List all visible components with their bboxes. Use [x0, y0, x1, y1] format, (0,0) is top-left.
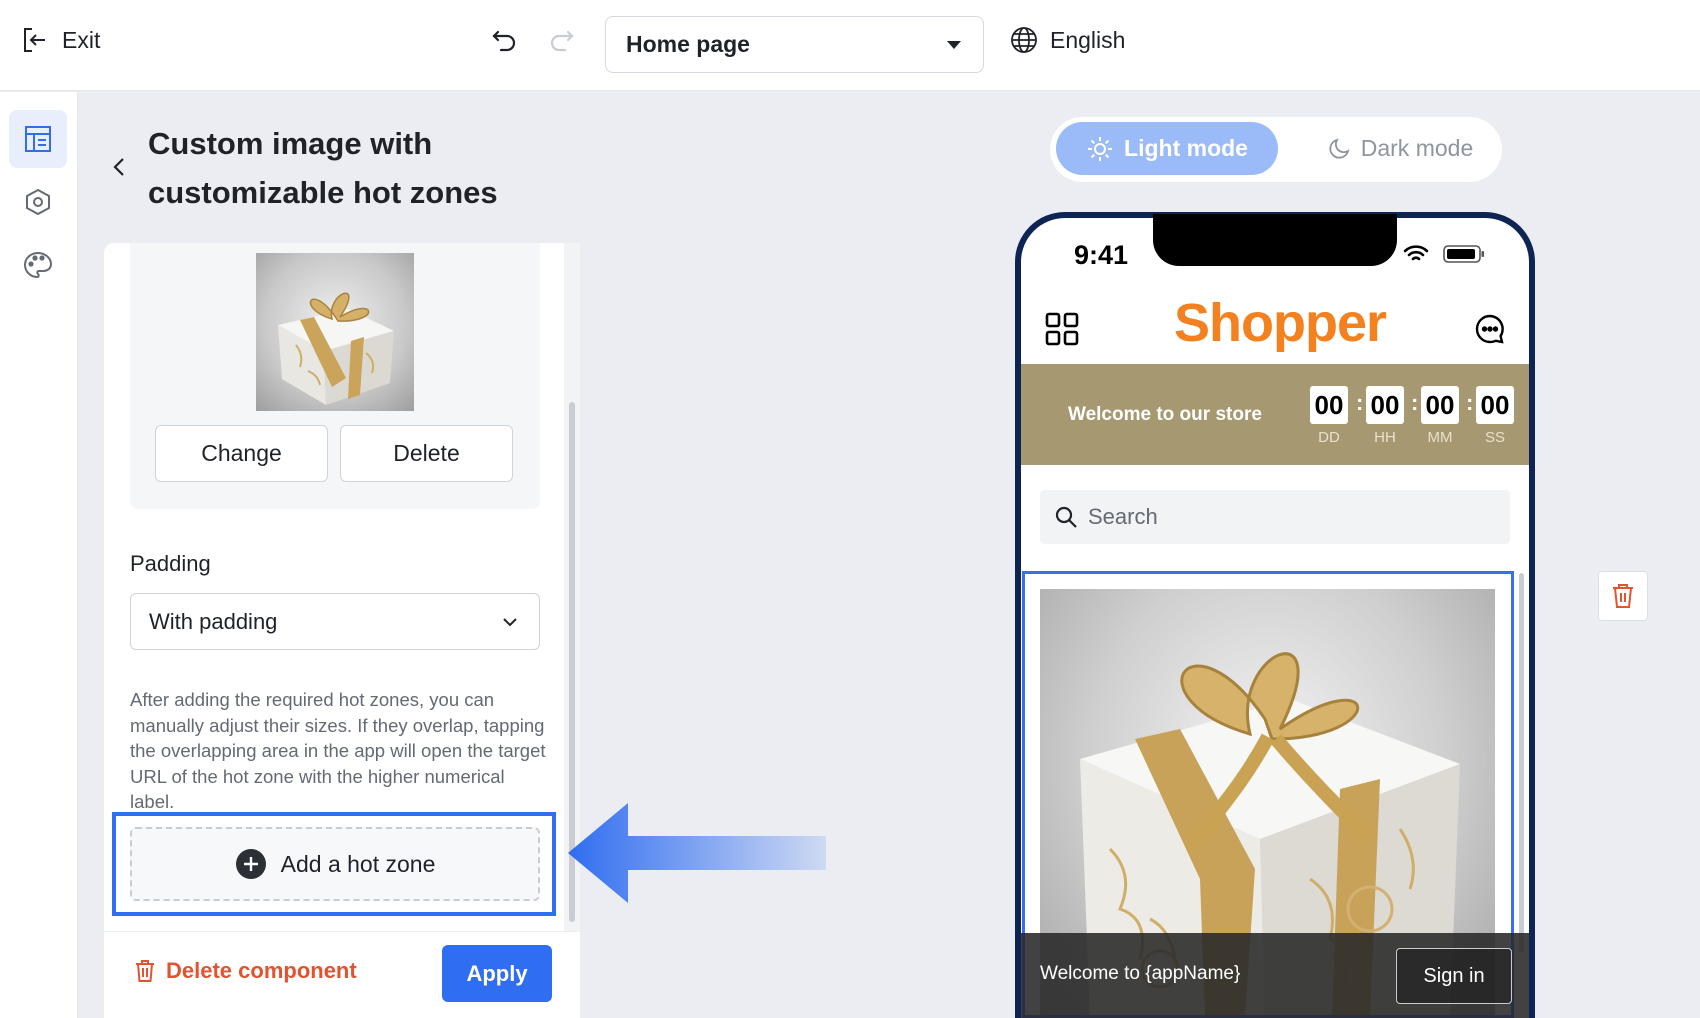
status-icons [1403, 244, 1485, 264]
trash-icon [1613, 584, 1633, 608]
undo-icon [492, 30, 516, 52]
panel-title-line1: Custom image with [148, 126, 433, 161]
redo-icon [550, 30, 574, 52]
language-selector[interactable]: English [1010, 26, 1125, 54]
padding-label: Padding [130, 551, 211, 576]
dark-mode-label: Dark mode [1360, 135, 1474, 161]
image-thumbnail [256, 253, 414, 411]
moon-icon [1329, 138, 1350, 159]
light-mode-label: Light mode [1124, 135, 1248, 161]
pointer-arrow-graphic [568, 803, 826, 903]
delete-image-button[interactable]: Delete [340, 425, 513, 482]
apply-button[interactable]: Apply [442, 945, 552, 1002]
language-label: English [1050, 26, 1126, 53]
welcome-app-text: Welcome to {appName} [1040, 963, 1241, 984]
menu-grid-button[interactable] [1044, 311, 1080, 352]
hot-zone-help-text: After adding the required hot zones, you… [130, 689, 546, 812]
search-input[interactable]: Search [1040, 490, 1510, 544]
panel-title-line2: customizable hot zones [148, 175, 498, 210]
globe-icon [1011, 27, 1037, 53]
grid-icon [1045, 312, 1079, 346]
padding-select[interactable]: With padding [130, 593, 540, 650]
countdown-separator: : [1411, 390, 1419, 415]
brand-logo: Shopper [1173, 293, 1387, 353]
padding-select-value: With padding [149, 608, 278, 634]
delete-component-label: Delete component [166, 958, 357, 983]
chat-button[interactable] [1474, 313, 1506, 350]
exit-icon [24, 28, 45, 52]
rail-item-layout[interactable] [9, 110, 67, 168]
light-mode-button[interactable]: Light mode [1056, 122, 1278, 175]
panel-title: Custom image with customizable hot zones [148, 119, 568, 217]
chevron-down-icon [503, 618, 517, 627]
search-icon [1055, 506, 1077, 528]
countdown-label-minutes: MM [1427, 429, 1453, 446]
exit-label: Exit [62, 26, 101, 53]
countdown-label-seconds: SS [1484, 429, 1505, 446]
back-button[interactable] [112, 156, 126, 183]
countdown-seconds: 00 [1476, 386, 1514, 424]
undo-button[interactable] [492, 28, 518, 57]
wifi-icon [1403, 245, 1429, 261]
caret-down-icon [947, 41, 961, 49]
add-hot-zone-button[interactable]: Add a hot zone [130, 827, 540, 901]
countdown-separator: : [1466, 390, 1474, 415]
change-image-button[interactable]: Change [155, 425, 328, 482]
chat-icon [1475, 314, 1504, 344]
rail-item-settings[interactable] [9, 173, 67, 231]
countdown-minutes: 00 [1421, 386, 1459, 424]
redo-button[interactable] [548, 28, 574, 57]
status-time: 9:41 [1074, 240, 1129, 270]
rail-item-theme[interactable] [9, 236, 67, 294]
preview-scrollbar [1519, 573, 1524, 953]
countdown-label-hours: HH [1374, 429, 1396, 446]
signin-button[interactable]: Sign in [1396, 948, 1512, 1004]
page-selector-value: Home page [626, 31, 750, 57]
search-placeholder: Search [1088, 504, 1158, 529]
dark-mode-button[interactable]: Dark mode [1310, 122, 1490, 175]
exit-button[interactable]: Exit [22, 26, 100, 54]
chevron-left-icon [113, 158, 124, 176]
layout-icon [25, 126, 51, 152]
trash-icon [136, 960, 154, 982]
delete-component-button[interactable]: Delete component [134, 958, 357, 984]
countdown-days: 00 [1310, 386, 1348, 424]
delete-hot-zone-button[interactable] [1598, 571, 1648, 621]
phone-notch [1153, 214, 1397, 266]
settings-icon [26, 188, 50, 216]
countdown-separator: : [1356, 390, 1364, 415]
palette-icon [23, 251, 53, 279]
banner-text: Welcome to our store [1068, 404, 1262, 425]
add-hot-zone-label: Add a hot zone [280, 850, 436, 877]
countdown-hours: 00 [1366, 386, 1404, 424]
countdown-label-days: DD [1318, 429, 1340, 446]
plus-circle-icon [235, 849, 266, 879]
page-selector[interactable]: Home page [605, 16, 984, 73]
sun-icon [1088, 136, 1113, 161]
battery-icon [1443, 245, 1484, 263]
